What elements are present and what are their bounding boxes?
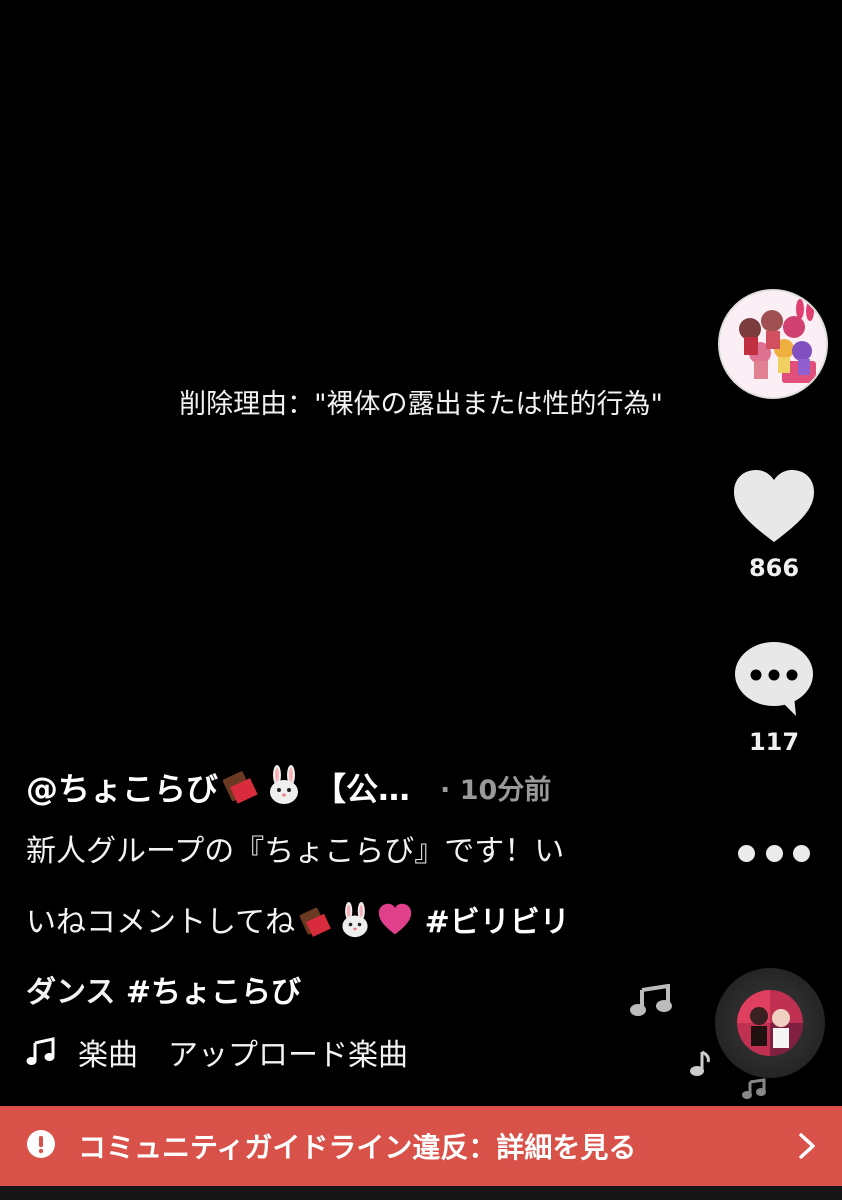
music-info[interactable]: 楽曲 アップロード楽曲 [26,1030,408,1074]
more-dot [738,844,755,862]
comment-bubble-icon [732,642,816,722]
creator-avatar[interactable] [718,289,828,399]
video-stage[interactable]: 削除理由："裸体の露出または性的行為" 866 117 @ちょこらび 【公… ·… [0,0,842,1200]
chocolate-emoji [220,765,260,809]
caption-text: いねコメントしてね [26,905,296,940]
bottom-strip [0,1186,842,1200]
guideline-violation-banner[interactable]: コミュニティガイドライン違反：詳細を見る [0,1106,842,1186]
music-title: 楽曲 アップロード楽曲 [78,1038,408,1073]
more-dots-icon[interactable] [738,838,810,868]
caption-line: ダンス #ちょこらび [26,967,706,1011]
chocolate-emoji [297,902,333,946]
music-note-icon [26,1037,56,1067]
hashtag-link[interactable]: #ビリビリ [425,905,570,940]
heart-emoji [377,902,413,946]
rabbit-emoji [264,765,304,809]
comment-count: 117 [748,728,800,756]
caption-line: いねコメントしてね #ビリビリ [26,897,706,946]
more-dot [793,844,810,862]
username-suffix[interactable]: 【公… [314,764,410,810]
chevron-right-icon [798,1132,816,1164]
music-disc-cover [737,990,803,1056]
hashtag-link[interactable]: ダンス [26,975,126,1010]
floating-music-note-icon [742,1078,766,1104]
username-link[interactable]: @ちょこらび [26,764,218,810]
comment-button[interactable]: 117 [726,640,822,756]
caption-line: 新人グループの『ちょこらび』です！い [26,834,565,869]
banner-text: コミュニティガイドライン違反：詳細を見る [78,1131,637,1164]
floating-music-note-icon [688,1050,712,1082]
more-dot [765,844,783,862]
like-count: 866 [748,554,800,582]
post-author-row: @ちょこらび 【公… · 10分前 [26,764,716,810]
hashtag-link[interactable]: #ちょこらび [126,975,301,1010]
music-disc[interactable] [715,968,825,1078]
heart-icon [732,470,816,548]
alert-icon [26,1129,56,1163]
rabbit-emoji [337,901,373,946]
removal-reason-text: 削除理由："裸体の露出または性的行為" [179,389,663,420]
like-button[interactable]: 866 [726,468,822,582]
post-timestamp: · 10分前 [440,774,552,806]
